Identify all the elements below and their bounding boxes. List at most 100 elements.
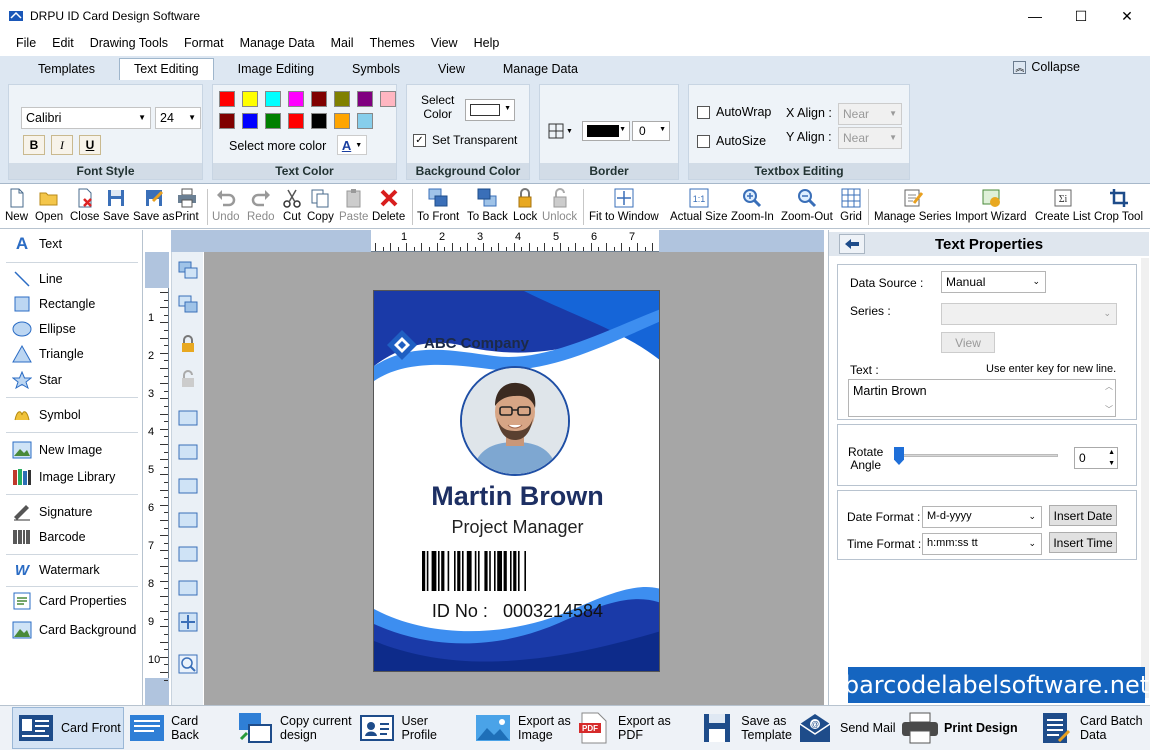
minimize-button[interactable]: — (1012, 0, 1058, 32)
manage-series-button[interactable]: Manage Series (874, 187, 951, 223)
background-color-picker[interactable]: ▼ (465, 99, 515, 121)
close-window-button[interactable]: ✕ (1104, 0, 1150, 32)
menu-manage-data[interactable]: Manage Data (232, 36, 323, 50)
collapse-ribbon-button[interactable]: ︽ Collapse (1013, 60, 1080, 74)
menu-themes[interactable]: Themes (362, 36, 423, 50)
undo-button[interactable]: Undo (212, 187, 240, 223)
color-swatch[interactable] (357, 91, 373, 107)
group-objects-icon[interactable] (177, 260, 199, 280)
border-width-select[interactable]: 0 ▼ (632, 121, 670, 141)
tool-card-background[interactable]: Card Background (12, 621, 136, 639)
maximize-button[interactable]: ☐ (1058, 0, 1104, 32)
export-pdf-button[interactable]: PDF Export as PDF (576, 707, 694, 749)
color-swatch[interactable] (265, 91, 281, 107)
insert-date-button[interactable]: Insert Date (1049, 505, 1117, 526)
cut-button[interactable]: Cut (281, 187, 303, 223)
card-holder-name[interactable]: Martin Brown (374, 481, 659, 512)
send-mail-button[interactable]: @ Send Mail (796, 707, 896, 749)
menu-file[interactable]: File (8, 36, 44, 50)
unlock-button[interactable]: Unlock (542, 187, 577, 223)
scroll-up-icon[interactable]: ︿ (1105, 381, 1113, 392)
insert-time-button[interactable]: Insert Time (1049, 532, 1117, 553)
view-series-button[interactable]: View (941, 332, 995, 353)
actual-size-button[interactable]: 1:1 Actual Size (670, 187, 728, 223)
border-style-button[interactable]: ▼ (548, 121, 574, 141)
tool-watermark[interactable]: W Watermark (12, 561, 100, 579)
card-id-number[interactable]: ID No : 0003214584 (374, 601, 659, 622)
color-swatch[interactable] (380, 91, 396, 107)
align-top-icon[interactable] (177, 510, 199, 530)
series-select[interactable]: ⌄ (941, 303, 1117, 325)
tool-image-library[interactable]: Image Library (12, 468, 115, 486)
copy-design-button[interactable]: Copy current design (236, 707, 354, 749)
spin-up-icon[interactable]: ▲ (1108, 449, 1115, 456)
close-file-button[interactable]: Close (70, 187, 99, 223)
border-color-picker[interactable]: ▼ (582, 121, 630, 141)
align-center-icon[interactable] (177, 442, 199, 462)
color-swatch[interactable] (219, 113, 235, 129)
paste-button[interactable]: Paste (339, 187, 368, 223)
lock-object-icon[interactable] (177, 334, 199, 354)
font-family-select[interactable]: Calibri ▼ (21, 107, 151, 129)
fit-to-window-button[interactable]: Fit to Window (589, 187, 659, 223)
center-on-card-icon[interactable] (177, 612, 199, 632)
color-swatch[interactable] (288, 113, 304, 129)
tab-templates[interactable]: Templates (24, 59, 109, 80)
export-image-button[interactable]: Export as Image (474, 707, 574, 749)
tool-star[interactable]: Star (12, 371, 62, 389)
new-button[interactable]: New (5, 187, 28, 223)
set-transparent-checkbox[interactable]: ✓ Set Transparent (413, 133, 517, 147)
tool-signature[interactable]: Signature (12, 503, 93, 521)
tab-image-editing[interactable]: Image Editing (224, 59, 328, 80)
color-swatch[interactable] (265, 113, 281, 129)
save-as-button[interactable]: Save as (133, 187, 175, 223)
date-format-select[interactable]: M-d-yyyy ⌄ (922, 506, 1042, 528)
unlock-object-icon[interactable] (177, 369, 199, 389)
spin-down-icon[interactable]: ▼ (1108, 460, 1115, 467)
card-holder-role[interactable]: Project Manager (374, 517, 659, 538)
redo-button[interactable]: Redo (247, 187, 275, 223)
scroll-down-icon[interactable]: ﹀ (1105, 404, 1113, 415)
tool-line[interactable]: Line (12, 270, 63, 288)
print-button[interactable]: Print (175, 187, 199, 223)
autowrap-checkbox[interactable]: AutoWrap (697, 105, 771, 119)
tool-rectangle[interactable]: Rectangle (12, 295, 95, 313)
tab-symbols[interactable]: Symbols (338, 59, 414, 80)
company-name[interactable]: ABC Company (424, 335, 529, 352)
tab-view[interactable]: View (424, 59, 479, 80)
tool-text[interactable]: A Text (12, 234, 62, 253)
align-bottom-icon[interactable] (177, 578, 199, 598)
color-swatch[interactable] (311, 113, 327, 129)
y-align-select[interactable]: Near ▼ (838, 127, 902, 149)
font-size-select[interactable]: 24 ▼ (155, 107, 201, 129)
time-format-select[interactable]: h:mm:ss tt ⌄ (922, 533, 1042, 555)
menu-drawing-tools[interactable]: Drawing Tools (82, 36, 176, 50)
align-left-icon[interactable] (177, 408, 199, 428)
save-button[interactable]: Save (103, 187, 129, 223)
color-swatch[interactable] (357, 113, 373, 129)
color-swatch[interactable] (219, 91, 235, 107)
x-align-select[interactable]: Near ▼ (838, 103, 902, 125)
import-wizard-button[interactable]: Import Wizard (955, 187, 1027, 223)
create-list-button[interactable]: Σi Create List (1035, 187, 1091, 223)
menu-format[interactable]: Format (176, 36, 232, 50)
color-swatch[interactable] (334, 91, 350, 107)
tool-ellipse[interactable]: Ellipse (12, 320, 76, 338)
print-design-button[interactable]: Print Design (900, 707, 1024, 749)
color-swatch[interactable] (242, 91, 258, 107)
italic-button[interactable]: I (51, 135, 73, 155)
lock-button[interactable]: Lock (513, 187, 537, 223)
back-button[interactable] (839, 234, 865, 254)
profile-photo[interactable] (460, 366, 570, 476)
crop-tool-button[interactable]: Crop Tool (1094, 187, 1143, 223)
menu-help[interactable]: Help (466, 36, 508, 50)
zoom-out-button[interactable]: Zoom-Out (781, 187, 833, 223)
align-right-icon[interactable] (177, 476, 199, 496)
open-button[interactable]: Open (35, 187, 63, 223)
card-front-button[interactable]: Card Front (12, 707, 124, 749)
rotate-slider-track[interactable] (896, 454, 1058, 457)
user-profile-button[interactable]: User Profile (358, 707, 466, 749)
zoom-in-button[interactable]: Zoom-In (731, 187, 774, 223)
save-template-button[interactable]: Save as Template (698, 707, 792, 749)
data-source-select[interactable]: Manual ⌄ (941, 271, 1046, 293)
